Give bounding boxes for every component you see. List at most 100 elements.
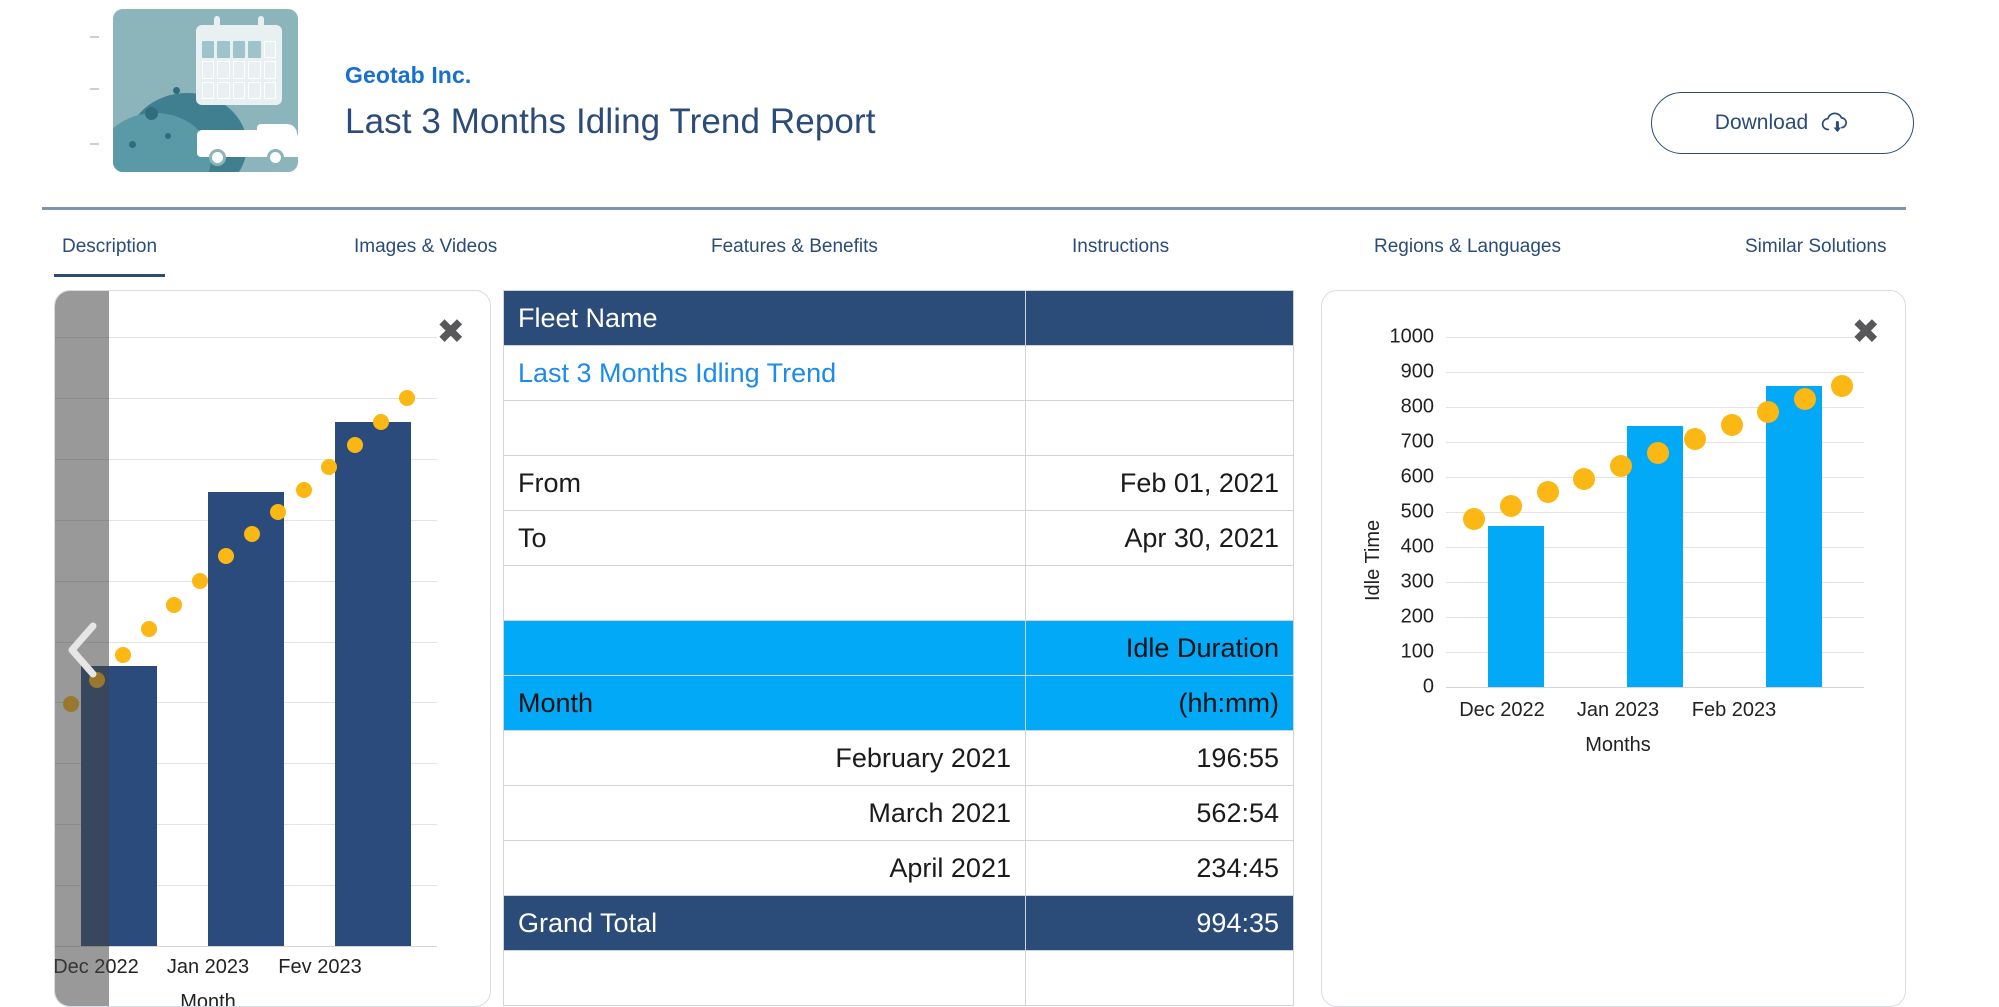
tab-similar-solutions[interactable]: Similar Solutions <box>1745 236 1887 258</box>
table-cell: To <box>504 511 1026 566</box>
chart-gridline <box>55 946 437 947</box>
report-thumbnail <box>113 9 298 172</box>
table-cell: Month <box>504 676 1026 731</box>
chart-ytick: 900 <box>1322 361 1434 384</box>
right-card-close-icon[interactable]: ✖ <box>1852 315 1881 349</box>
table-cell <box>1026 951 1294 1006</box>
table-row: ToApr 30, 2021 <box>504 511 1294 566</box>
table-row: FromFeb 01, 2021 <box>504 456 1294 511</box>
chart-trend-point <box>115 647 131 663</box>
table-row: March 2021562:54 <box>504 786 1294 841</box>
thumbnail-dot <box>145 107 158 120</box>
chart-trend-point <box>1647 442 1669 464</box>
thumbnail-dot <box>129 141 136 148</box>
chart-ytick: 100 <box>1322 641 1434 664</box>
left-chart-xtick: Jan 2023 <box>143 956 273 979</box>
content-area: ✖ Dec 2022 Jan 2023 Fev 2023 Month Fleet… <box>0 290 1999 1007</box>
table-cell: February 2021 <box>504 731 1026 786</box>
chart-trend-point <box>1573 468 1595 490</box>
table-cell: Idle Duration <box>1026 621 1294 676</box>
page-title: Last 3 Months Idling Trend Report <box>345 102 876 142</box>
chart-bar <box>1488 526 1544 687</box>
table-row: Idle Duration <box>504 621 1294 676</box>
left-preview-card: ✖ Dec 2022 Jan 2023 Fev 2023 Month <box>54 290 491 1007</box>
chart-bar <box>335 422 411 946</box>
table-row: Fleet Name <box>504 291 1294 346</box>
tab-features-benefits[interactable]: Features & Benefits <box>711 236 878 258</box>
table-cell: April 2021 <box>504 841 1026 896</box>
chart-trend-point <box>192 573 208 589</box>
table-row: February 2021196:55 <box>504 731 1294 786</box>
chart-bar <box>1766 386 1822 687</box>
table-cell <box>504 566 1026 621</box>
download-button[interactable]: Download <box>1651 92 1914 154</box>
chart-ytick: 1000 <box>1322 326 1434 349</box>
active-tab-underline <box>54 274 165 277</box>
chart-trend-point <box>296 482 312 498</box>
right-chart: 01002003004005006007008009001000 <box>1322 291 1906 1007</box>
table-row: April 2021234:45 <box>504 841 1294 896</box>
left-card-close-icon[interactable]: ✖ <box>437 315 466 349</box>
chart-ytick: 200 <box>1322 606 1434 629</box>
tab-label: Instructions <box>1072 236 1169 257</box>
thumbnail-dot <box>173 87 180 94</box>
table-cell: 234:45 <box>1026 841 1294 896</box>
tab-regions-languages[interactable]: Regions & Languages <box>1374 236 1561 258</box>
download-button-label: Download <box>1715 111 1808 135</box>
chart-gridline <box>55 337 437 338</box>
tab-label: Regions & Languages <box>1374 236 1561 257</box>
chart-gridline <box>1446 337 1864 338</box>
carousel-prev-button[interactable] <box>55 291 109 1007</box>
table-cell: Grand Total <box>504 896 1026 951</box>
table-cell <box>1026 566 1294 621</box>
right-chart-xtick: Feb 2023 <box>1658 699 1810 722</box>
table-cell: From <box>504 456 1026 511</box>
table-row <box>504 401 1294 456</box>
left-chart-xaxis-title: Month <box>143 991 273 1007</box>
table-cell: 562:54 <box>1026 786 1294 841</box>
table-cell <box>1026 291 1294 346</box>
table-cell: Fleet Name <box>504 291 1026 346</box>
table-cell: Feb 01, 2021 <box>1026 456 1294 511</box>
table-row: Last 3 Months Idling Trend <box>504 346 1294 401</box>
chart-trend-point <box>1463 508 1485 530</box>
tab-label: Similar Solutions <box>1745 236 1887 257</box>
left-chart-plot <box>55 337 437 946</box>
right-chart-yaxis-title: Idle Time <box>1362 520 1385 601</box>
right-preview-card: ✖ 01002003004005006007008009001000 Idle … <box>1321 290 1906 1007</box>
cloud-download-icon <box>1820 111 1850 135</box>
table-cell <box>1026 401 1294 456</box>
left-chart <box>55 291 491 1007</box>
chart-trend-point <box>399 390 415 406</box>
table-cell: Apr 30, 2021 <box>1026 511 1294 566</box>
chart-gridline <box>55 398 437 399</box>
table-row <box>504 951 1294 1006</box>
table-cell: Last 3 Months Idling Trend <box>504 346 1026 401</box>
table-cell: 196:55 <box>1026 731 1294 786</box>
page-root: Geotab Inc. Last 3 Months Idling Trend R… <box>0 0 1999 1007</box>
table-row: Month(hh:mm) <box>504 676 1294 731</box>
chart-gridline <box>1446 372 1864 373</box>
table-cell: 994:35 <box>1026 896 1294 951</box>
left-chart-xtick: Fev 2023 <box>255 956 385 979</box>
table-cell <box>504 621 1026 676</box>
chart-gridline <box>1446 687 1864 688</box>
table-cell: March 2021 <box>504 786 1026 841</box>
tab-images-videos[interactable]: Images & Videos <box>354 236 497 258</box>
thumbnail-dot <box>165 133 171 139</box>
chart-trend-point <box>1500 495 1522 517</box>
table-cell <box>504 401 1026 456</box>
chart-ytick: 600 <box>1322 466 1434 489</box>
chart-ytick: 0 <box>1322 676 1434 699</box>
vendor-name: Geotab Inc. <box>345 62 471 89</box>
tab-label: Description <box>62 236 157 257</box>
header-divider <box>42 207 1906 210</box>
tab-description[interactable]: Description <box>62 236 157 258</box>
right-chart-plot <box>1446 337 1864 687</box>
chart-trend-point <box>1684 428 1706 450</box>
chart-trend-point <box>1721 414 1743 436</box>
tab-instructions[interactable]: Instructions <box>1072 236 1169 258</box>
chart-trend-point <box>166 597 182 613</box>
chevron-left-icon <box>65 621 99 679</box>
table-row: Grand Total994:35 <box>504 896 1294 951</box>
